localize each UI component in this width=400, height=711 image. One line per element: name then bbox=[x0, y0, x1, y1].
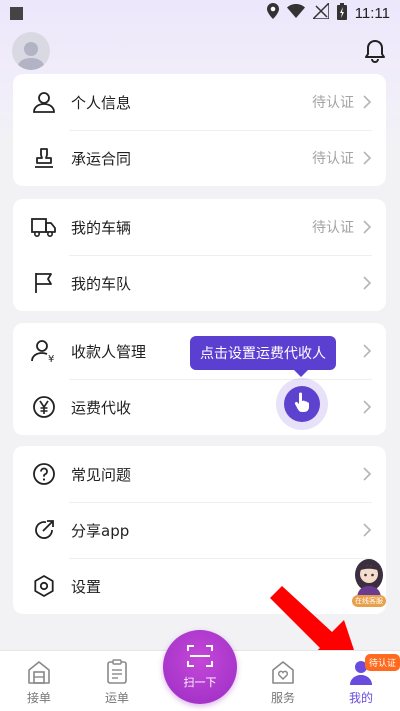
notification-icon bbox=[10, 6, 23, 20]
nav-label: 运单 bbox=[104, 691, 129, 705]
service-icon bbox=[270, 659, 296, 685]
row-carrier-contract[interactable]: 承运合同 待认证 bbox=[13, 130, 386, 186]
battery-icon bbox=[336, 2, 347, 24]
row-freight-collection[interactable]: 运费代收 bbox=[13, 379, 386, 435]
card-vehicles: 我的车辆 待认证 我的车队 bbox=[13, 199, 386, 311]
row-label: 分享app bbox=[71, 521, 130, 540]
nav-label: 接单 bbox=[26, 691, 51, 705]
status-text: 待认证 bbox=[312, 95, 354, 111]
nav-label: 服务 bbox=[270, 691, 295, 705]
hand-pointer-icon bbox=[293, 392, 311, 416]
question-icon bbox=[31, 461, 57, 487]
chevron-right-icon bbox=[362, 220, 372, 234]
location-icon bbox=[266, 3, 279, 23]
truck-icon bbox=[31, 214, 57, 240]
card-certification: 个人信息 待认证 承运合同 待认证 bbox=[13, 74, 386, 186]
chevron-right-icon bbox=[362, 467, 372, 481]
nav-item-services[interactable]: 服务 bbox=[248, 651, 318, 711]
tap-hint[interactable] bbox=[276, 378, 328, 430]
nav-label: 我的 bbox=[348, 691, 373, 705]
row-my-vehicles[interactable]: 我的车辆 待认证 bbox=[13, 199, 386, 255]
scan-label: 扫一下 bbox=[183, 676, 217, 689]
order-icon bbox=[26, 659, 52, 685]
row-label: 我的车队 bbox=[71, 274, 132, 293]
row-share-app[interactable]: 分享app bbox=[13, 502, 386, 558]
avatar-icon[interactable] bbox=[12, 32, 50, 70]
svg-text:¥: ¥ bbox=[48, 354, 54, 363]
status-text: 待认证 bbox=[312, 151, 354, 167]
row-faq[interactable]: 常见问题 bbox=[13, 446, 386, 502]
row-personal-info[interactable]: 个人信息 待认证 bbox=[13, 74, 386, 130]
no-signal-icon bbox=[310, 1, 330, 23]
row-label: 承运合同 bbox=[71, 149, 132, 168]
wifi-icon bbox=[286, 4, 305, 22]
scan-icon bbox=[187, 644, 213, 672]
settings-icon bbox=[31, 573, 57, 599]
nav-item-orders[interactable]: 接单 bbox=[4, 651, 74, 711]
scan-button[interactable]: 扫一下 bbox=[163, 630, 237, 704]
nav-item-waybills[interactable]: 运单 bbox=[82, 651, 152, 711]
chevron-right-icon bbox=[362, 95, 372, 109]
row-label: 个人信息 bbox=[71, 93, 132, 112]
share-icon bbox=[31, 517, 57, 543]
flag-icon bbox=[31, 270, 57, 296]
yen-icon bbox=[31, 394, 57, 420]
stamp-icon bbox=[31, 145, 57, 171]
row-label: 常见问题 bbox=[71, 465, 132, 484]
row-label: 我的车辆 bbox=[71, 218, 132, 237]
row-my-fleet[interactable]: 我的车队 bbox=[13, 255, 386, 311]
user-icon bbox=[31, 89, 57, 115]
bell-icon[interactable] bbox=[362, 38, 388, 64]
pending-certification-badge: 待认证 bbox=[365, 654, 400, 671]
clock-time: 11:11 bbox=[354, 4, 390, 22]
header bbox=[0, 26, 400, 76]
guide-tooltip[interactable]: 点击设置运费代收人 bbox=[190, 336, 336, 377]
chevron-right-icon bbox=[362, 276, 372, 290]
payee-icon: ¥ bbox=[31, 338, 57, 364]
waybill-icon bbox=[104, 659, 130, 685]
chevron-right-icon bbox=[362, 400, 372, 414]
status-text: 待认证 bbox=[312, 220, 354, 236]
chevron-right-icon bbox=[362, 344, 372, 358]
chevron-right-icon bbox=[362, 523, 372, 537]
status-bar: 11:11 bbox=[0, 0, 400, 26]
chevron-right-icon bbox=[362, 151, 372, 165]
